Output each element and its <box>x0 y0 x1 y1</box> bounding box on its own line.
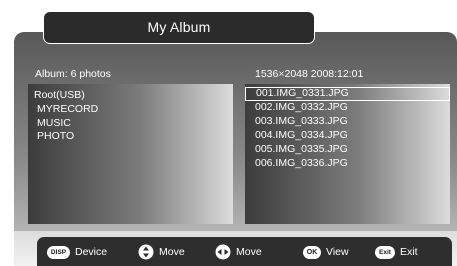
hint-device[interactable]: DISP Device <box>47 245 107 259</box>
exit-key-icon: Exit <box>375 245 395 259</box>
folder-panel: Root(USB) MYRECORD MUSIC PHOTO <box>28 84 233 224</box>
dpad-leftright-icon <box>215 244 231 260</box>
file-item[interactable]: 003.IMG_0333.JPG <box>245 115 450 129</box>
hint-move-vertical-label: Move <box>159 246 185 258</box>
window-title: My Album <box>43 11 315 44</box>
hint-move-horizontal-label: Move <box>236 246 262 258</box>
hint-view[interactable]: OK View <box>303 245 349 259</box>
file-item[interactable]: 004.IMG_0334.JPG <box>245 129 450 143</box>
hint-device-label: Device <box>75 246 108 258</box>
hint-move-horizontal[interactable]: Move <box>215 244 262 260</box>
file-item-selected[interactable]: 001.IMG_0331.JPG <box>245 87 450 101</box>
file-item[interactable]: 006.IMG_0336.JPG <box>245 157 450 171</box>
file-item[interactable]: 002.IMG_0332.JPG <box>245 101 450 115</box>
disp-key-icon: DISP <box>47 245 70 259</box>
folder-item-music[interactable]: MUSIC <box>37 117 71 129</box>
hint-exit[interactable]: Exit Exit <box>375 245 418 259</box>
image-resolution-date: 1536×2048 2008:12:01 <box>255 68 364 80</box>
hint-view-label: View <box>326 246 349 258</box>
hint-move-vertical[interactable]: Move <box>138 244 185 260</box>
file-item[interactable]: 005.IMG_0335.JPG <box>245 143 450 157</box>
dpad-updown-icon <box>138 244 154 260</box>
file-panel: 001.IMG_0331.JPG 002.IMG_0332.JPG 003.IM… <box>245 84 450 224</box>
album-photo-count: Album: 6 photos <box>35 68 111 80</box>
folder-item-myrecord[interactable]: MYRECORD <box>37 103 98 115</box>
hint-exit-label: Exit <box>400 246 418 258</box>
folder-item-photo[interactable]: PHOTO <box>37 130 74 142</box>
ok-key-icon: OK <box>303 245 321 259</box>
folder-item-root-usb[interactable]: Root(USB) <box>34 89 85 101</box>
